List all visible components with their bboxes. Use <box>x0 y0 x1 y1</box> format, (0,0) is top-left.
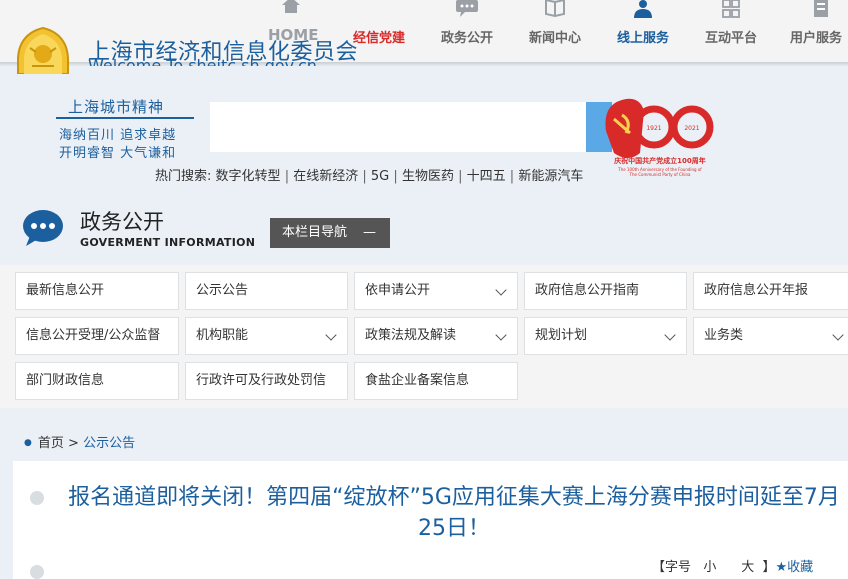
article-title: 报名通道即将关闭！第四届“绽放杯”5G应用征集大赛上海分赛申报时间延至7月25日… <box>68 485 840 541</box>
article-tools: 【字号 小 大 】★收藏 <box>652 556 813 575</box>
category-label: 政府信息公开年报 <box>704 283 809 298</box>
nav-online-services[interactable]: 线上服务 <box>610 0 676 62</box>
nav-home[interactable]: HOME <box>268 0 318 62</box>
decorative-dot-icon <box>30 565 44 579</box>
party-centenary-badge[interactable]: 1921 2021 庆祝中国共产党成立100周年 The 100th Anniv… <box>600 93 720 183</box>
hot-search-term[interactable]: 十四五 <box>467 169 506 184</box>
category-announcements[interactable]: 公示公告 <box>185 272 348 310</box>
category-label: 政府信息公开指南 <box>535 283 640 298</box>
font-size-close: 】 <box>762 560 776 575</box>
category-annual-report[interactable]: 政府信息公开年报 <box>693 272 848 310</box>
nav-label: 新闻中心 <box>528 31 581 46</box>
category-plans[interactable]: 规划计划 <box>524 317 687 355</box>
grid-icon <box>722 0 740 18</box>
decorative-dot-icon <box>30 491 44 505</box>
news-icon <box>545 0 565 18</box>
breadcrumb-home[interactable]: 首页 <box>38 436 64 451</box>
chat-icon <box>456 0 478 17</box>
category-business[interactable]: 业务类 <box>693 317 848 355</box>
nav-label: 政务公开 <box>440 31 493 46</box>
font-large-button[interactable]: 大 <box>741 560 754 575</box>
category-institution-functions[interactable]: 机构职能 <box>185 317 348 355</box>
nav-home-label: HOME <box>268 26 319 44</box>
chevron-down-icon <box>832 329 844 341</box>
category-disclosure-guide[interactable]: 政府信息公开指南 <box>524 272 687 310</box>
category-label: 机构职能 <box>196 328 249 343</box>
section-subtitle-en: GOVERMENT INFORMATION <box>80 236 256 249</box>
user-service-icon <box>634 0 652 18</box>
category-label: 信息公开受理/公众监督 <box>26 328 161 343</box>
nav-user-services[interactable]: 用户服务 <box>786 0 848 62</box>
chevron-down-icon <box>495 284 507 296</box>
document-icon <box>814 0 828 17</box>
hot-search-bar: 热门搜索: 数字化转型 | 在线新经济 | 5G | 生物医药 | 十四五 | … <box>155 169 584 184</box>
category-label: 依申请公开 <box>365 283 431 298</box>
nav-label: 用户服务 <box>790 31 843 46</box>
section-title: 政务公开 <box>80 210 164 234</box>
category-department-finance[interactable]: 部门财政信息 <box>15 362 179 400</box>
hot-search-term[interactable]: 生物医药 <box>402 169 454 184</box>
category-public-supervision[interactable]: 信息公开受理/公众监督 <box>15 317 179 355</box>
city-spirit-title: 上海城市精神 <box>68 98 165 116</box>
hot-search-term[interactable]: 5G <box>371 169 389 184</box>
bullet-icon: ● <box>24 438 32 448</box>
favorite-button[interactable]: ★收藏 <box>776 560 814 575</box>
category-label: 规划计划 <box>535 328 588 343</box>
hot-search-term[interactable]: 在线新经济 <box>293 169 358 184</box>
home-icon <box>282 0 300 13</box>
category-label: 业务类 <box>704 328 744 343</box>
category-latest-info[interactable]: 最新信息公开 <box>15 272 179 310</box>
chevron-down-icon <box>325 329 337 341</box>
city-spirit-line-2: 开明睿智 大气谦和 <box>59 146 177 161</box>
nav-interactive-platform[interactable]: 互动平台 <box>698 0 764 62</box>
category-label: 政策法规及解读 <box>365 328 457 343</box>
city-emblem-logo[interactable] <box>12 26 74 74</box>
city-spirit-line-1: 海纳百川 追求卓越 <box>59 128 177 143</box>
breadcrumb-current[interactable]: 公示公告 <box>83 436 135 451</box>
column-navigation-toggle[interactable]: 本栏目导航 — <box>270 218 390 248</box>
city-spirit-divider <box>56 117 194 119</box>
breadcrumb: ● 首页 > 公示公告 <box>24 432 135 451</box>
column-navigation-label: 本栏目导航 <box>282 225 348 240</box>
category-disclosure-on-request[interactable]: 依申请公开 <box>354 272 518 310</box>
nav-label: 经信党建 <box>352 31 405 46</box>
nav-party-building[interactable]: 经信党建 <box>346 0 412 62</box>
nav-government-info[interactable]: 政务公开 <box>434 0 500 62</box>
svg-text:2021: 2021 <box>684 125 699 132</box>
category-licensing-penalties[interactable]: 行政许可及行政处罚信 <box>185 362 348 400</box>
category-label: 食盐企业备案信息 <box>365 373 470 388</box>
category-salt-enterprise-filing[interactable]: 食盐企业备案信息 <box>354 362 518 400</box>
category-policies-regulations[interactable]: 政策法规及解读 <box>354 317 518 355</box>
chevron-down-icon <box>495 329 507 341</box>
hot-search-term[interactable]: 新能源汽车 <box>518 169 583 184</box>
search-input[interactable] <box>210 102 588 152</box>
category-label: 部门财政信息 <box>26 373 105 388</box>
badge-caption: 庆祝中国共产党成立100周年 <box>613 156 706 165</box>
category-label: 公示公告 <box>196 283 249 298</box>
chevron-down-icon <box>664 329 676 341</box>
hot-search-term[interactable]: 数字化转型 <box>216 169 281 184</box>
nav-label: 线上服务 <box>616 31 669 46</box>
font-size-label: 【字号 <box>652 560 692 575</box>
breadcrumb-separator: > <box>68 436 79 451</box>
collapse-icon: — <box>363 225 376 240</box>
font-small-button[interactable]: 小 <box>703 560 716 575</box>
svg-text:1921: 1921 <box>646 125 661 132</box>
nav-label: 互动平台 <box>704 31 757 46</box>
svg-text:The Communist Party of China: The Communist Party of China <box>629 172 691 177</box>
category-label: 行政许可及行政处罚信 <box>196 373 327 388</box>
government-info-chat-icon <box>23 210 63 246</box>
category-label: 最新信息公开 <box>26 283 105 298</box>
nav-news-center[interactable]: 新闻中心 <box>522 0 588 62</box>
hot-search-label: 热门搜索: <box>155 169 212 184</box>
